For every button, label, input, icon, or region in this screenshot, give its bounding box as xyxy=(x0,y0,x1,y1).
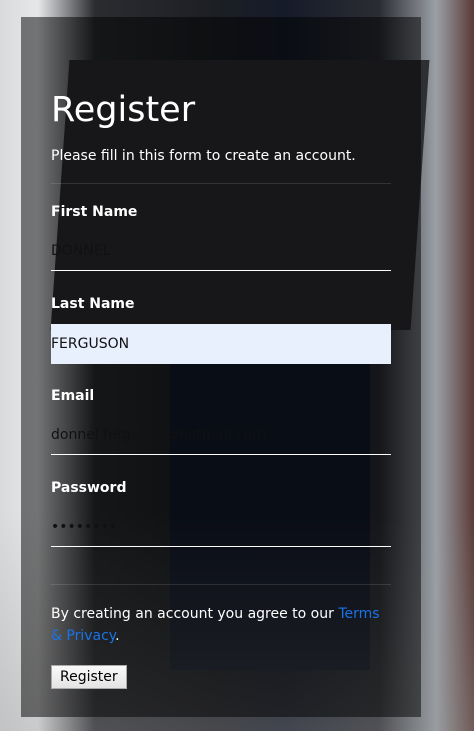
password-label: Password xyxy=(51,480,127,496)
page-title: Register xyxy=(51,90,196,130)
register-button[interactable]: Register xyxy=(51,665,127,689)
terms-notice: By creating an account you agree to our … xyxy=(51,603,391,647)
last-name-label: Last Name xyxy=(51,296,135,312)
password-input[interactable] xyxy=(51,507,391,547)
email-label: Email xyxy=(51,388,95,404)
email-input[interactable] xyxy=(51,415,391,455)
first-name-input[interactable] xyxy=(51,231,391,271)
form-subtitle: Please fill in this form to create an ac… xyxy=(51,148,356,164)
divider xyxy=(51,183,391,184)
divider xyxy=(51,584,391,585)
last-name-input[interactable] xyxy=(51,324,391,364)
register-form: Register Please fill in this form to cre… xyxy=(21,17,421,717)
first-name-label: First Name xyxy=(51,204,138,220)
terms-text: By creating an account you agree to our xyxy=(51,606,339,622)
terms-end: . xyxy=(115,628,120,644)
